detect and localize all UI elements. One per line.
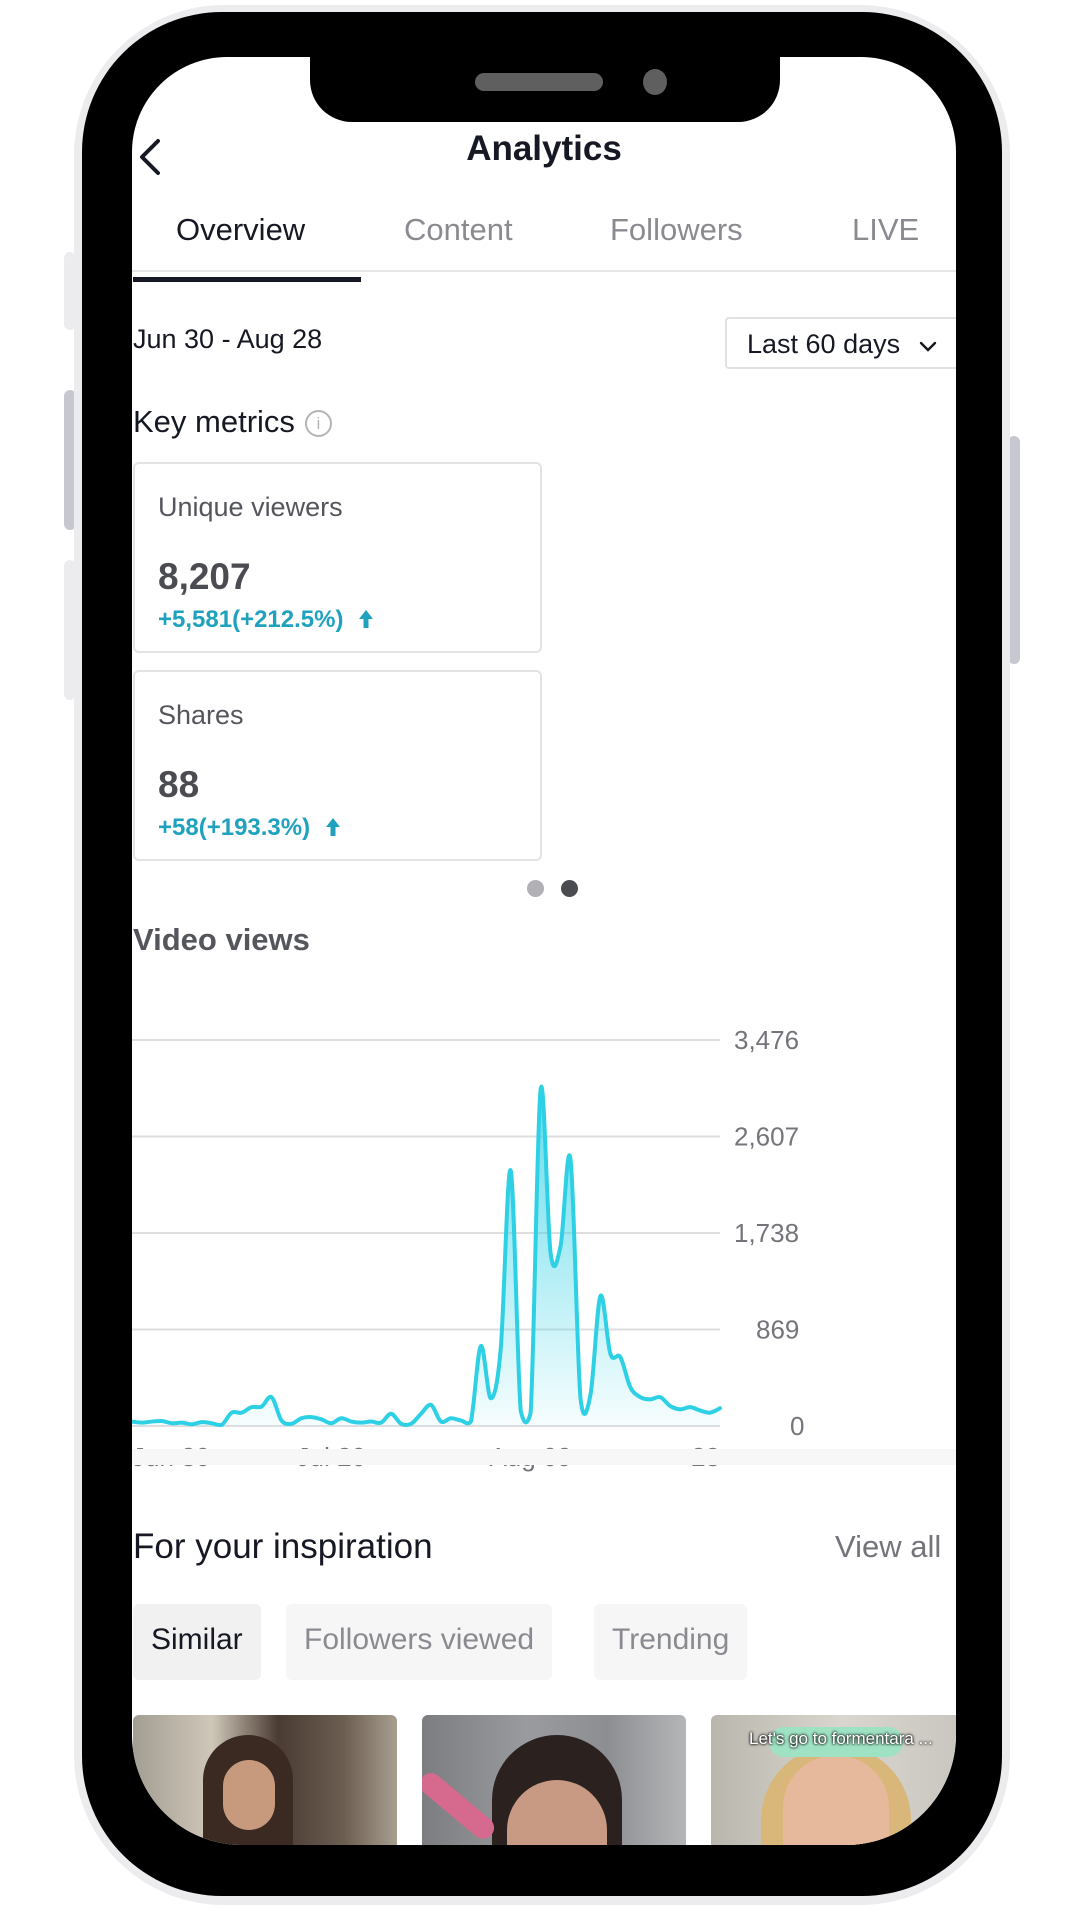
tab-live[interactable]: LIVE <box>852 212 919 248</box>
date-range: Jun 30 - Aug 28 <box>133 324 323 354</box>
tab-bar: Overview Content Followers LIVE <box>132 212 956 272</box>
arrow-up-icon <box>359 610 374 628</box>
chip-trending[interactable]: Trending <box>594 1604 748 1680</box>
y-tick-label: 2,607 <box>734 1122 799 1152</box>
key-metrics-header: Key metrics i <box>133 404 332 440</box>
inspiration-title: For your inspiration <box>133 1527 433 1566</box>
chart-area-fill <box>132 1086 720 1426</box>
section-separator <box>132 1449 956 1465</box>
y-tick-label: 869 <box>756 1315 799 1345</box>
info-icon[interactable]: i <box>304 410 332 438</box>
metric-delta-text: +58(+193.3%) <box>158 814 311 841</box>
tab-overview[interactable]: Overview <box>176 212 305 248</box>
speaker-grille <box>475 73 603 91</box>
y-tick-label: 1,738 <box>734 1218 799 1248</box>
metric-card-shares[interactable]: Shares 88 +58(+193.3%) <box>133 670 542 861</box>
active-tab-indicator <box>133 277 361 282</box>
page-title: Analytics <box>466 129 622 168</box>
metric-value: 88 <box>158 764 200 805</box>
chip-similar[interactable]: Similar <box>133 1604 261 1680</box>
metric-card-unique-viewers[interactable]: Unique viewers 8,207 +5,581(+212.5%) <box>133 462 542 653</box>
metric-delta: +58(+193.3%) <box>158 814 341 842</box>
tab-content[interactable]: Content <box>404 212 513 248</box>
app-screen: Analytics Overview Content Followers LIV… <box>132 57 956 1845</box>
thumbnail-face <box>223 1760 275 1830</box>
y-tick-label: 3,476 <box>734 1025 799 1055</box>
metric-delta-text: +5,581(+212.5%) <box>158 606 344 633</box>
video-thumbnail-1[interactable] <box>133 1715 397 1845</box>
video-thumbnail-3[interactable]: Let's go to formentara ... <box>711 1715 956 1845</box>
video-thumbnail-2[interactable] <box>422 1715 686 1845</box>
tab-followers[interactable]: Followers <box>610 212 743 248</box>
period-selector-value: Last 60 days <box>747 329 901 359</box>
pager-dot-2-active[interactable] <box>561 880 578 897</box>
video-caption: Let's go to formentara ... <box>749 1729 933 1748</box>
video-views-chart: 3,4762,6071,7388690 Jun 30Jul 20Aug 0928 <box>132 1025 804 1472</box>
metric-label: Unique viewers <box>158 492 343 522</box>
y-tick-label: 0 <box>790 1411 804 1441</box>
key-metrics-title: Key metrics <box>133 404 295 439</box>
metric-delta: +5,581(+212.5%) <box>158 606 374 634</box>
arrow-up-icon <box>325 818 340 836</box>
chip-followers-viewed[interactable]: Followers viewed <box>286 1604 553 1680</box>
video-views-title: Video views <box>133 922 310 957</box>
period-selector[interactable]: Last 60 days <box>725 317 956 369</box>
pager-dot-1[interactable] <box>527 880 544 897</box>
thumbnail-makeup-brush <box>422 1768 499 1844</box>
front-camera <box>643 69 667 95</box>
metric-label: Shares <box>158 700 244 730</box>
chevron-down-icon <box>919 341 936 352</box>
metric-value: 8,207 <box>158 556 251 597</box>
view-all-link[interactable]: View all <box>835 1529 941 1565</box>
